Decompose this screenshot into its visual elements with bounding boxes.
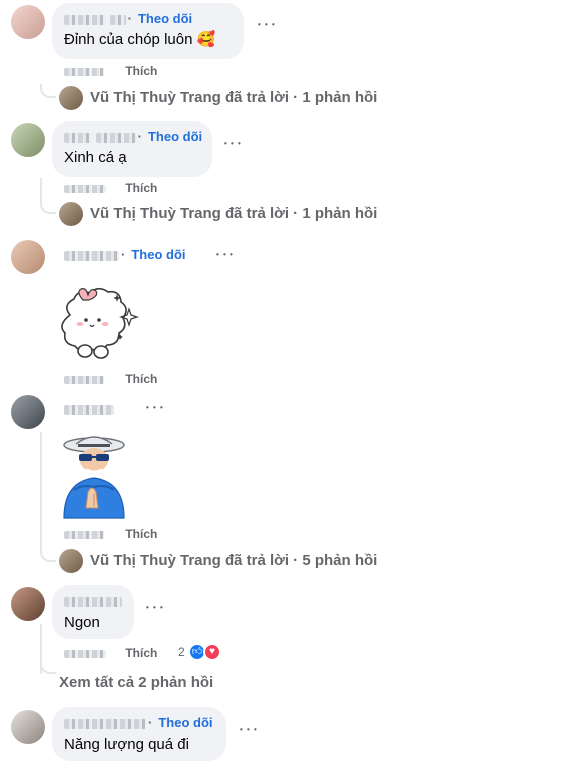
more-options-button[interactable]: • • • — [240, 725, 258, 734]
comment-actions: Thích — [64, 181, 157, 195]
commenter-avatar[interactable] — [11, 587, 45, 621]
more-options-button[interactable]: • • • — [146, 603, 164, 612]
follow-button[interactable]: Theo dõi — [158, 715, 212, 730]
more-options-button[interactable]: • • • — [224, 139, 242, 148]
thread-connector — [40, 548, 56, 562]
commenter-avatar[interactable] — [11, 123, 45, 157]
replier-avatar[interactable] — [59, 202, 83, 226]
reply-summary-link[interactable]: Vũ Thị Thuỳ Trang đã trả lời · 5 phản hồ… — [90, 550, 377, 572]
comment-text: Xinh cá ạ — [64, 149, 127, 166]
thread-connector — [40, 200, 56, 214]
like-button[interactable]: Thích — [125, 181, 157, 195]
commenter-name[interactable] — [64, 400, 114, 417]
more-options-button[interactable]: • • • — [146, 403, 164, 412]
commenter-avatar[interactable] — [11, 710, 45, 744]
reaction-count: 2 — [178, 645, 185, 659]
commenter-avatar[interactable] — [11, 240, 45, 274]
thread-line — [40, 432, 42, 548]
comment-text: Đỉnh của chóp luôn 🥰 — [64, 31, 216, 48]
comment-actions: Thích — [64, 527, 157, 541]
commenter-avatar[interactable] — [11, 5, 45, 39]
sticker-sheep — [52, 285, 142, 365]
comment-text: Ngon — [64, 614, 100, 631]
commenter-name[interactable] — [64, 592, 122, 609]
like-button[interactable]: Thích — [125, 64, 157, 78]
comment-bubble: · Theo dõi Xinh cá ạ — [52, 121, 212, 177]
follow-button[interactable]: Theo dõi — [138, 11, 192, 26]
comment-actions: Thích — [64, 646, 157, 660]
see-all-replies-link[interactable]: Xem tất cả 2 phản hồi — [59, 672, 213, 694]
comment-actions: Thích — [64, 64, 157, 78]
more-options-button[interactable]: • • • — [258, 20, 276, 29]
comment-bubble: · Theo dõi Năng lượng quá đi — [52, 707, 226, 761]
reply-summary-link[interactable]: Vũ Thị Thuỳ Trang đã trả lời · 1 phản hồ… — [90, 203, 377, 225]
comment-bubble: · Theo dõi Đỉnh của chóp luôn 🥰 — [52, 3, 244, 59]
follow-button[interactable]: Theo dõi — [148, 129, 202, 144]
commenter-avatar[interactable] — [11, 395, 45, 429]
commenter-name[interactable]: · Theo dõi — [64, 714, 214, 731]
sticker-cool-grandpa — [52, 432, 136, 520]
reaction-summary[interactable]: 2 👍︎ ♥︎ — [178, 643, 228, 663]
like-button[interactable]: Thích — [125, 646, 157, 660]
thread-connector — [40, 84, 56, 98]
like-button[interactable]: Thích — [125, 527, 157, 541]
thread-connector — [40, 664, 56, 674]
comment-actions: Thích — [64, 372, 157, 386]
like-button[interactable]: Thích — [125, 372, 157, 386]
replier-avatar[interactable] — [59, 549, 83, 573]
more-options-button[interactable]: • • • — [216, 250, 234, 259]
commenter-name[interactable]: · Theo dõi — [64, 246, 186, 263]
heart-icon: ♥︎ — [203, 643, 221, 661]
comment-text: Năng lượng quá đi — [64, 736, 189, 753]
replier-avatar[interactable] — [59, 86, 83, 110]
comment-bubble: Ngon — [52, 585, 134, 639]
commenter-name[interactable]: · Theo dõi — [64, 128, 202, 145]
thread-line — [40, 178, 42, 200]
follow-button[interactable]: Theo dõi — [131, 247, 185, 262]
commenter-name[interactable]: · Theo dõi — [64, 10, 232, 27]
reply-summary-link[interactable]: Vũ Thị Thuỳ Trang đã trả lời · 1 phản hồ… — [90, 87, 377, 109]
